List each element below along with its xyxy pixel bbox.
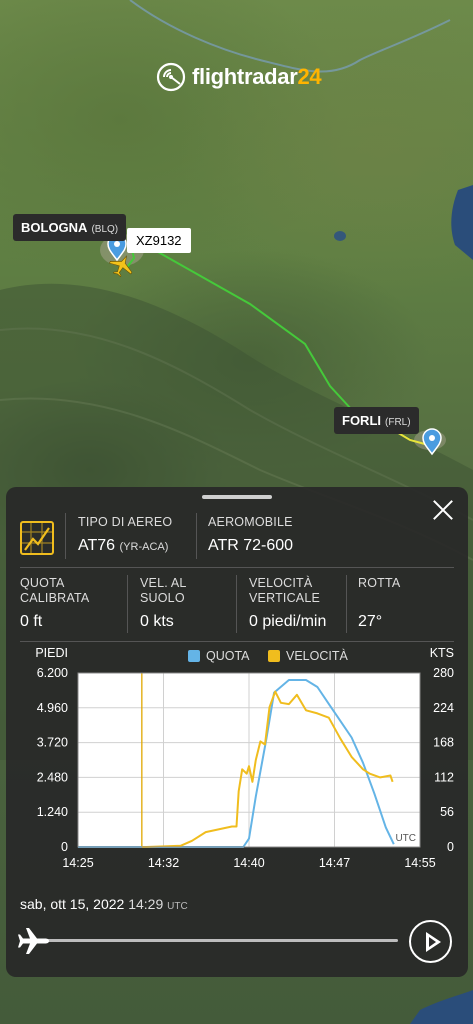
y-right-tick-label: 112 — [434, 770, 454, 784]
logo-text: flightradar24 — [192, 64, 322, 89]
y-left-tick-label: 3.720 — [37, 736, 68, 750]
y-left-tick-label: 6.200 — [37, 666, 68, 680]
destination-airport-code: (FRL) — [385, 417, 411, 428]
y-left-axis-label: PIEDI — [35, 646, 68, 660]
y-left-tick-label: 0 — [61, 840, 68, 854]
destination-airport-name: FORLI — [342, 413, 381, 428]
flightradar-logo: flightradar24 — [156, 62, 322, 92]
x-tick-label: 14:25 — [62, 856, 93, 870]
x-tick-label: 14:40 — [233, 856, 264, 870]
flight-info-panel: TIPO DI AEREO AT76 (YR-ACA) AEROMOBILE A… — [6, 487, 468, 977]
sea-bottom — [410, 990, 473, 1024]
origin-airport-code: (BLQ) — [91, 224, 119, 235]
origin-airport-name: BOLOGNA — [21, 220, 88, 235]
river — [129, 0, 451, 73]
radar-logo-icon — [156, 62, 186, 92]
y-left-tick-label: 1.240 — [37, 805, 68, 819]
playback-date: sab, ott 15, 2022 — [20, 896, 125, 912]
x-unit-label: UTC — [395, 833, 416, 844]
playback-time: 14:29 — [128, 896, 164, 912]
y-right-tick-label: 280 — [433, 666, 454, 680]
lake — [334, 231, 346, 241]
x-tick-label: 14:47 — [319, 856, 350, 870]
y-right-axis-label: KTS — [430, 646, 454, 660]
play-button[interactable] — [409, 920, 452, 963]
x-tick-label: 14:55 — [404, 856, 435, 870]
playback-time-unit: UTC — [167, 901, 188, 912]
y-left-tick-label: 4.960 — [37, 701, 68, 715]
playback-slider-track[interactable] — [32, 939, 398, 942]
y-right-tick-label: 0 — [447, 840, 454, 854]
x-tick-label: 14:32 — [148, 856, 179, 870]
slider-airplane-icon[interactable] — [16, 923, 52, 959]
y-right-tick-label: 224 — [433, 701, 454, 715]
sea — [451, 185, 473, 260]
origin-airport-label[interactable]: BOLOGNA (BLQ) — [13, 214, 127, 241]
flight-number-label[interactable]: XZ9132 — [127, 228, 191, 253]
destination-airport-label[interactable]: FORLI (FRL) — [334, 407, 419, 434]
playback-datetime: sab, ott 15, 2022 14:29 UTC — [20, 896, 188, 912]
y-right-tick-label: 56 — [440, 805, 454, 819]
y-right-tick-label: 168 — [433, 736, 454, 750]
y-left-tick-label: 2.480 — [37, 770, 68, 784]
altitude-speed-chart[interactable]: 0 0 1.240 56 2.480 112 3.720 168 4.960 224 6.200 28… — [6, 487, 468, 887]
